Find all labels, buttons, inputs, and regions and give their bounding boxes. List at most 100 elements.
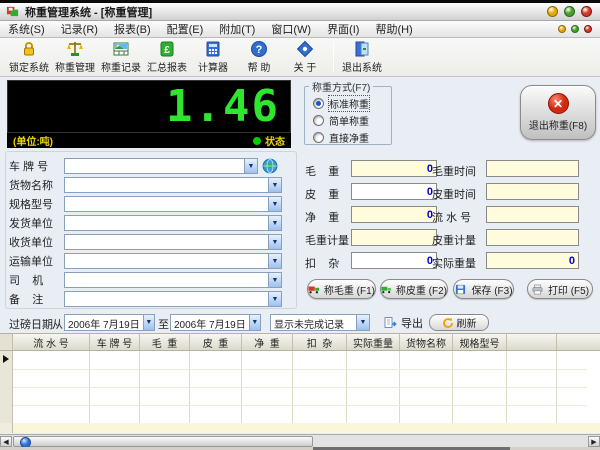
net-weight-field[interactable]: 0 — [351, 206, 437, 223]
lock-icon — [20, 40, 38, 58]
refresh-icon — [442, 317, 454, 329]
chevron-down-icon[interactable]: ▼ — [268, 197, 281, 211]
mdi-close-button[interactable] — [584, 25, 592, 33]
help-button[interactable]: ? 帮 助 — [236, 39, 282, 75]
exit-door-icon — [353, 40, 371, 58]
menu-reports[interactable]: 报表(B) — [106, 21, 159, 37]
deduction-field[interactable]: 0 — [351, 252, 437, 269]
col-deduction[interactable]: 扣 杂 — [293, 334, 347, 350]
col-net[interactable]: 净 重 — [242, 334, 293, 350]
col-plate-no[interactable]: 车 牌 号 — [90, 334, 140, 350]
about-button[interactable]: 关 于 — [282, 39, 328, 75]
grid-body[interactable] — [0, 351, 600, 423]
chevron-down-icon[interactable]: ▼ — [244, 159, 257, 173]
tare-time-label: 皮重时间 — [432, 186, 476, 202]
weigh-tare-button[interactable]: 称皮重 (F2) — [380, 279, 448, 299]
col-gross[interactable]: 毛 重 — [140, 334, 190, 350]
truck-empty-icon — [381, 284, 392, 295]
scroll-left-arrow-icon[interactable]: ◀ — [0, 436, 12, 447]
refresh-button[interactable]: 刷新 — [429, 314, 489, 331]
menu-extras[interactable]: 附加(T) — [211, 21, 263, 37]
col-actual-weight[interactable]: 实际重量 — [347, 334, 400, 350]
tare-weight-label: 皮 重 — [305, 186, 339, 202]
spec-model-combobox[interactable]: ▼ — [64, 196, 282, 212]
gross-weight-field[interactable]: 0 — [351, 160, 437, 177]
remarks-combobox[interactable]: ▼ — [64, 291, 282, 307]
from-date-picker[interactable]: 2006年 7月19日 ▼ — [64, 314, 155, 331]
tare-meter-field[interactable] — [486, 229, 579, 246]
save-button[interactable]: 保存 (F3) — [453, 279, 514, 299]
radio-simple-weigh[interactable]: 简单称重 — [313, 113, 391, 128]
chevron-down-icon[interactable]: ▼ — [268, 254, 281, 268]
chevron-down-icon[interactable]: ▼ — [268, 292, 281, 306]
maximize-button[interactable] — [564, 6, 575, 17]
receiver-combobox[interactable]: ▼ — [64, 234, 282, 250]
menu-system[interactable]: 系统(S) — [0, 21, 53, 37]
gross-time-field[interactable] — [486, 160, 579, 177]
minimize-button[interactable] — [547, 6, 558, 17]
export-button[interactable]: 导出 — [384, 314, 423, 331]
print-icon — [531, 284, 544, 295]
globe-icon[interactable] — [262, 158, 278, 174]
chevron-down-icon[interactable]: ▼ — [143, 315, 154, 330]
radio-standard-weigh[interactable]: 标准称重 — [313, 96, 391, 111]
export-icon — [384, 316, 398, 329]
close-button[interactable] — [581, 6, 592, 17]
gross-meter-label: 毛重计量 — [305, 232, 349, 248]
report-icon: £ — [158, 40, 176, 58]
mdi-window-controls — [558, 25, 592, 33]
chevron-down-icon[interactable]: ▼ — [268, 178, 281, 192]
scroll-right-arrow-icon[interactable]: ▶ — [588, 436, 600, 447]
col-goods-name[interactable]: 货物名称 — [400, 334, 453, 350]
weigh-date-label: 过磅日期 — [9, 316, 53, 332]
shipper-combobox[interactable]: ▼ — [64, 215, 282, 231]
filter-bar: 过磅日期 从 2006年 7月19日 ▼ 至 2006年 7月19日 ▼ 显示未… — [0, 314, 600, 332]
plate-no-combobox[interactable]: ▼ — [64, 158, 258, 174]
horizontal-scrollbar[interactable]: ◀ ▶ — [0, 434, 600, 447]
menu-window[interactable]: 窗口(W) — [263, 21, 319, 37]
exit-system-button[interactable]: 退出系统 — [339, 39, 385, 75]
actual-weight-label: 实际重量 — [432, 255, 476, 271]
serial-no-label: 流 水 号 — [432, 209, 471, 225]
mdi-restore-button[interactable] — [571, 25, 579, 33]
to-date-picker[interactable]: 2006年 7月19日 ▼ — [170, 314, 261, 331]
radio-icon — [313, 115, 324, 126]
tare-weight-field[interactable]: 0 — [351, 183, 437, 200]
status-indicator-dot — [253, 137, 261, 145]
exit-weigh-button[interactable]: ✕ 退出称重(F8) — [520, 85, 596, 140]
mdi-minimize-button[interactable] — [558, 25, 566, 33]
col-spec-model[interactable]: 规格型号 — [453, 334, 507, 350]
weigh-gross-button[interactable]: 称毛重 (F1) — [307, 279, 376, 299]
weigh-manage-button[interactable]: 称重管理 — [52, 39, 98, 75]
summary-report-button[interactable]: £ 汇总报表 — [144, 39, 190, 75]
calculator-button[interactable]: 计算器 — [190, 39, 236, 75]
menu-interface[interactable]: 界面(I) — [319, 21, 367, 37]
actual-weight-field[interactable]: 0 — [486, 252, 579, 269]
driver-combobox[interactable]: ▼ — [64, 272, 282, 288]
record-filter-combobox[interactable]: 显示未完成记录 ▼ — [270, 314, 370, 331]
gross-meter-field[interactable] — [351, 229, 437, 246]
goods-name-combobox[interactable]: ▼ — [64, 177, 282, 193]
net-weight-label: 净 重 — [305, 209, 339, 225]
deduction-label: 扣 杂 — [305, 255, 339, 271]
menu-help[interactable]: 帮助(H) — [367, 21, 420, 37]
lock-system-button[interactable]: 锁定系统 — [6, 39, 52, 75]
print-button[interactable]: 打印 (F5) — [527, 279, 593, 299]
chevron-down-icon[interactable]: ▼ — [268, 216, 281, 230]
menu-config[interactable]: 配置(E) — [159, 21, 212, 37]
scrollbar-thumb[interactable] — [13, 436, 313, 447]
transporter-combobox[interactable]: ▼ — [64, 253, 282, 269]
col-tare[interactable]: 皮 重 — [190, 334, 242, 350]
weight-value: 1.46 — [166, 85, 290, 129]
chevron-down-icon[interactable]: ▼ — [268, 235, 281, 249]
serial-no-field[interactable] — [486, 206, 579, 223]
app-window: 称重管理系统 - [称重管理] 系统(S) 记录(R) 报表(B) 配置(E) … — [0, 0, 600, 450]
chevron-down-icon[interactable]: ▼ — [249, 315, 260, 330]
weigh-records-button[interactable]: 称重记录 — [98, 39, 144, 75]
menu-records[interactable]: 记录(R) — [53, 21, 106, 37]
radio-direct-net[interactable]: 直接净重 — [313, 130, 391, 145]
chevron-down-icon[interactable]: ▼ — [268, 273, 281, 287]
chevron-down-icon[interactable]: ▼ — [356, 315, 369, 330]
tare-time-field[interactable] — [486, 183, 579, 200]
col-serial-no[interactable]: 流 水 号 — [13, 334, 90, 350]
